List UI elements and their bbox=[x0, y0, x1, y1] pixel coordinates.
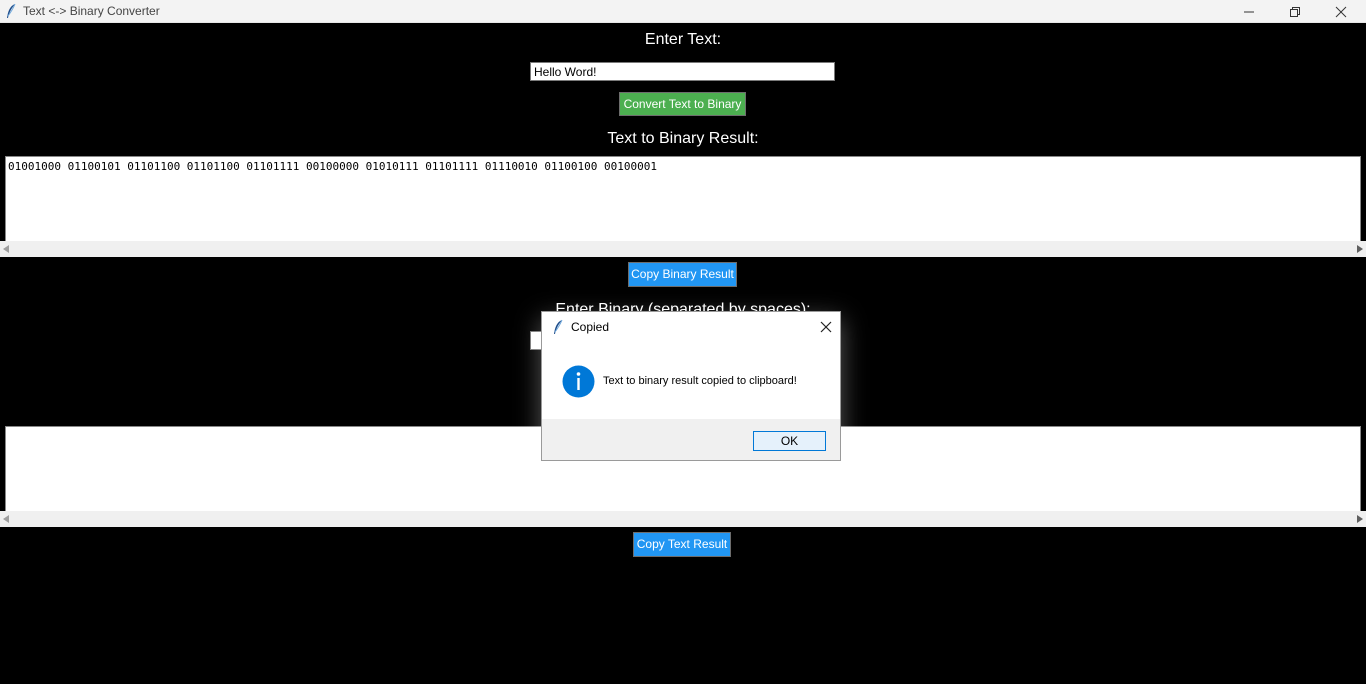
close-button[interactable] bbox=[1318, 0, 1364, 23]
binary-result-hscrollbar[interactable] bbox=[0, 241, 1366, 257]
text-to-binary-result-label: Text to Binary Result: bbox=[607, 130, 759, 147]
text-result-hscrollbar[interactable] bbox=[0, 511, 1366, 527]
copy-text-result-button[interactable]: Copy Text Result bbox=[633, 532, 731, 557]
restore-button[interactable] bbox=[1272, 0, 1318, 23]
binary-result-textarea[interactable]: 01001000 01100101 01101100 01101100 0110… bbox=[5, 156, 1361, 242]
dialog-footer: OK bbox=[542, 419, 840, 460]
window-title: Text <-> Binary Converter bbox=[23, 4, 160, 18]
scroll-right-icon[interactable] bbox=[1357, 515, 1363, 523]
copy-binary-result-button[interactable]: Copy Binary Result bbox=[628, 262, 737, 287]
dialog-message: Text to binary result copied to clipboar… bbox=[603, 375, 797, 387]
text-input[interactable] bbox=[530, 62, 835, 81]
ok-button[interactable]: OK bbox=[753, 431, 826, 451]
convert-text-to-binary-button[interactable]: Convert Text to Binary bbox=[619, 92, 746, 116]
window-titlebar: Text <-> Binary Converter bbox=[0, 0, 1366, 23]
feather-icon bbox=[5, 3, 17, 19]
dialog-close-button[interactable] bbox=[812, 315, 840, 339]
dialog-titlebar: Copied bbox=[542, 312, 840, 342]
copied-dialog: Copied Text to binary result copied to c… bbox=[541, 311, 841, 461]
enter-text-label: Enter Text: bbox=[644, 31, 722, 48]
scroll-right-icon[interactable] bbox=[1357, 245, 1363, 253]
minimize-button[interactable] bbox=[1226, 0, 1272, 23]
feather-icon bbox=[552, 319, 564, 340]
scroll-left-icon[interactable] bbox=[3, 515, 9, 523]
scroll-left-icon[interactable] bbox=[3, 245, 9, 253]
info-icon bbox=[562, 365, 595, 398]
dialog-title: Copied bbox=[571, 320, 610, 334]
